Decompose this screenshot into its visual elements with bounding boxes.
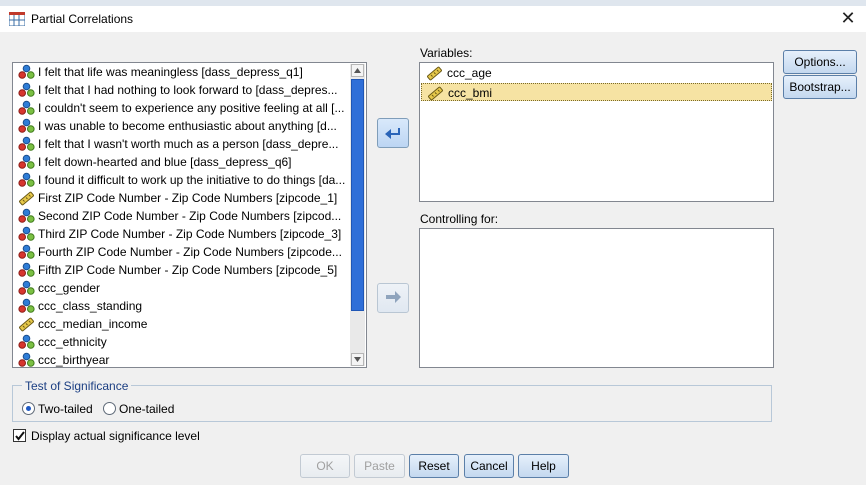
display-actual-significance-checkbox[interactable] [13,429,26,442]
variables-list-item[interactable]: ccc_bmi [421,83,772,101]
variables-list[interactable]: ccc_age ccc_bmi [419,62,774,202]
variables-list-item[interactable]: ccc_age [421,64,772,82]
scroll-up-button[interactable] [351,64,364,77]
nominal-icon [18,244,35,259]
scroll-down-button[interactable] [351,353,364,366]
title-bar: Partial Correlations ✕ [0,6,866,32]
source-list-item-label: ccc_birthyear [38,353,110,367]
source-variable-list[interactable]: I felt that life was meaningless [dass_d… [12,62,367,368]
source-list-item-label: ccc_class_standing [38,299,143,313]
arrow-right-icon [386,291,401,303]
arrow-left-icon [385,128,400,139]
nominal-icon [18,280,35,295]
controlling-for-list[interactable] [419,228,774,368]
source-list-item-label: ccc_median_income [38,317,148,331]
source-list-item[interactable]: I felt down-hearted and blue [dass_depre… [13,153,351,171]
source-list-item[interactable]: ccc_birthyear [13,351,351,367]
source-list-item-label: I felt that I wasn't worth much as a per… [38,137,339,151]
nominal-icon [18,136,35,151]
options-button[interactable]: Options... [783,50,857,74]
source-list-item[interactable]: Fifth ZIP Code Number - Zip Code Numbers… [13,261,351,279]
source-list-item-label: I felt down-hearted and blue [dass_depre… [38,155,292,169]
nominal-icon [18,298,35,313]
source-list-item-label: ccc_gender [38,281,101,295]
source-variable-rows: I felt that life was meaningless [dass_d… [13,63,351,367]
two-tailed-label[interactable]: Two-tailed [38,402,93,416]
reset-button[interactable]: Reset [409,454,459,478]
display-actual-significance-label[interactable]: Display actual significance level [31,429,200,443]
source-list-item[interactable]: Second ZIP Code Number - Zip Code Number… [13,207,351,225]
source-list-item-label: I felt that life was meaningless [dass_d… [38,65,303,79]
source-list-item[interactable]: I was unable to become enthusiastic abou… [13,117,351,135]
nominal-icon [18,226,35,241]
nominal-icon [18,118,35,133]
variables-rows: ccc_age ccc_bmi [420,64,773,101]
nominal-icon [18,64,35,79]
variables-list-item-label: ccc_age [447,66,492,80]
nominal-icon [18,154,35,169]
source-list-item-label: I found it difficult to work up the init… [38,173,346,187]
source-list-item-label: Second ZIP Code Number - Zip Code Number… [38,209,342,223]
source-list-item-label: I felt that I had nothing to look forwar… [38,83,338,97]
scroll-thumb[interactable] [351,79,364,311]
source-list-item[interactable]: Third ZIP Code Number - Zip Code Numbers… [13,225,351,243]
two-tailed-radio[interactable] [22,402,35,415]
nominal-icon [18,172,35,187]
source-list-item[interactable]: I felt that I had nothing to look forwar… [13,81,351,99]
bootstrap-button[interactable]: Bootstrap... [783,75,857,99]
source-list-item-label: Third ZIP Code Number - Zip Code Numbers… [38,227,342,241]
chevron-up-icon [354,68,361,73]
source-list-scrollbar[interactable] [350,64,365,366]
source-list-item-label: I couldn't seem to experience any positi… [38,101,345,115]
source-list-item[interactable]: I couldn't seem to experience any positi… [13,99,351,117]
source-list-item[interactable]: ccc_gender [13,279,351,297]
nominal-icon [18,208,35,223]
source-list-item[interactable]: ccc_ethnicity [13,333,351,351]
chevron-down-icon [354,357,361,362]
close-icon[interactable]: ✕ [838,8,858,28]
nominal-icon [18,262,35,277]
partial-correlations-app-icon [9,12,25,26]
source-list-item[interactable]: Fourth ZIP Code Number - Zip Code Number… [13,243,351,261]
source-list-item-label: Fourth ZIP Code Number - Zip Code Number… [38,245,342,259]
move-from-variables-button[interactable] [377,118,409,148]
source-list-item[interactable]: I found it difficult to work up the init… [13,171,351,189]
cancel-button[interactable]: Cancel [464,454,514,478]
source-list-item[interactable]: ccc_median_income [13,315,351,333]
checkmark-icon [15,431,25,441]
source-list-item[interactable]: I felt that life was meaningless [dass_d… [13,63,351,81]
nominal-icon [18,352,35,367]
source-list-item-label: First ZIP Code Number - Zip Code Numbers… [38,191,338,205]
one-tailed-label[interactable]: One-tailed [119,402,174,416]
nominal-icon [18,82,35,97]
source-list-item[interactable]: First ZIP Code Number - Zip Code Numbers… [13,189,351,207]
source-list-item[interactable]: I felt that I wasn't worth much as a per… [13,135,351,153]
source-list-item-label: ccc_ethnicity [38,335,107,349]
source-list-item-label: Fifth ZIP Code Number - Zip Code Numbers… [38,263,338,277]
scale-ruler-icon [19,317,34,332]
paste-button[interactable]: Paste [354,454,405,478]
variables-label: Variables: [420,46,473,60]
scale-ruler-icon [427,66,442,81]
variables-list-item-label: ccc_bmi [448,86,493,100]
help-button[interactable]: Help [518,454,569,478]
source-list-item-label: I was unable to become enthusiastic abou… [38,119,337,133]
move-to-controlling-button[interactable] [377,283,409,313]
scale-ruler-icon [19,191,34,206]
ok-button[interactable]: OK [300,454,350,478]
one-tailed-radio[interactable] [103,402,116,415]
window-title: Partial Correlations [31,12,134,26]
source-list-item[interactable]: ccc_class_standing [13,297,351,315]
nominal-icon [18,334,35,349]
controlling-for-label: Controlling for: [420,212,499,226]
nominal-icon [18,100,35,115]
scale-ruler-icon [428,86,443,101]
test-of-significance-legend: Test of Significance [22,379,132,393]
